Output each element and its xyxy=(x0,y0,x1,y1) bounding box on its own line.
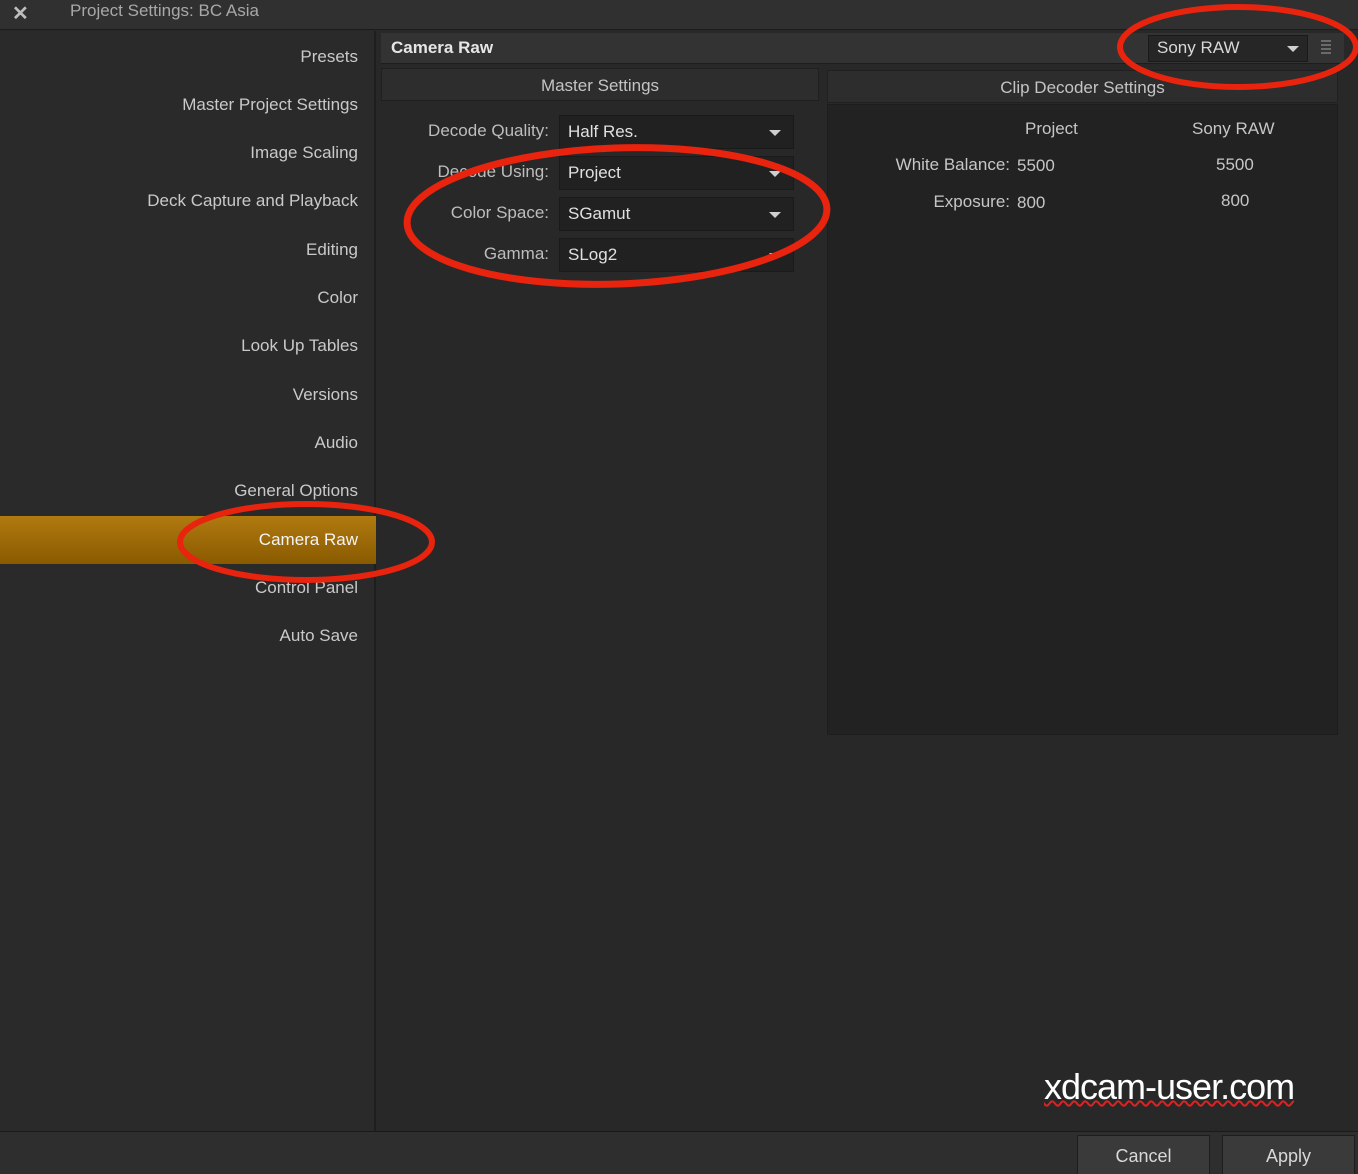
chevron-down-icon xyxy=(769,171,781,177)
section-title: Camera Raw xyxy=(391,38,494,57)
cancel-button[interactable]: Cancel xyxy=(1077,1135,1210,1174)
chevron-down-icon xyxy=(769,253,781,259)
apply-button[interactable]: Apply xyxy=(1222,1135,1355,1174)
exposure-sony: 800 xyxy=(1221,191,1250,210)
sidebar-item-color[interactable]: Color xyxy=(0,274,376,322)
decode-using-label: Decode Using: xyxy=(437,162,549,181)
decode-quality-value: Half Res. xyxy=(568,122,638,141)
chevron-down-icon xyxy=(769,130,781,136)
sidebar-item-image-scaling[interactable]: Image Scaling xyxy=(0,129,376,177)
white-balance-sony: 5500 xyxy=(1216,155,1254,174)
clip-decoder-header: Clip Decoder Settings xyxy=(827,70,1338,103)
sidebar-item-camera-raw[interactable]: Camera Raw xyxy=(0,516,376,564)
panel-options-icon[interactable] xyxy=(1319,38,1333,58)
window-title: Project Settings: BC Asia xyxy=(70,1,259,20)
sidebar-item-look-up-tables[interactable]: Look Up Tables xyxy=(0,322,376,370)
sidebar-item-deck-capture[interactable]: Deck Capture and Playback xyxy=(0,177,376,225)
sidebar-item-general-options[interactable]: General Options xyxy=(0,467,376,515)
watermark-text: xdcam-user.com xyxy=(1044,1066,1295,1107)
color-space-dropdown[interactable]: SGamut xyxy=(559,197,794,231)
gamma-dropdown[interactable]: SLog2 xyxy=(559,238,794,272)
bottom-bar: Cancel Apply xyxy=(0,1131,1358,1174)
clip-col-sony-raw: Sony RAW xyxy=(1192,119,1275,138)
sidebar-item-master-project-settings[interactable]: Master Project Settings xyxy=(0,81,376,129)
color-space-label: Color Space: xyxy=(450,203,549,222)
chevron-down-icon xyxy=(1287,46,1299,52)
section-header: Camera Raw Sony RAW xyxy=(381,33,1344,64)
sidebar-item-versions[interactable]: Versions xyxy=(0,371,376,419)
close-icon[interactable]: ✕ xyxy=(12,1,29,26)
sidebar-item-presets[interactable]: Presets xyxy=(0,33,376,81)
sidebar-item-editing[interactable]: Editing xyxy=(0,226,376,274)
sidebar-item-auto-save[interactable]: Auto Save xyxy=(0,612,376,660)
exposure-project: 800 xyxy=(1017,193,1046,212)
settings-sidebar: Presets Master Project Settings Image Sc… xyxy=(0,31,376,1131)
master-settings-header: Master Settings xyxy=(381,68,819,101)
decode-quality-dropdown[interactable]: Half Res. xyxy=(559,115,794,149)
white-balance-label: White Balance: xyxy=(895,155,1010,174)
white-balance-project: 5500 xyxy=(1017,156,1055,175)
raw-format-value: Sony RAW xyxy=(1157,38,1240,57)
sidebar-item-audio[interactable]: Audio xyxy=(0,419,376,467)
raw-format-dropdown[interactable]: Sony RAW xyxy=(1148,35,1308,62)
gamma-label: Gamma: xyxy=(483,244,549,263)
title-bar: ✕ Project Settings: BC Asia xyxy=(0,0,1358,30)
decode-using-value: Project xyxy=(568,163,621,182)
exposure-label: Exposure: xyxy=(933,192,1010,211)
chevron-down-icon xyxy=(769,212,781,218)
color-space-value: SGamut xyxy=(568,204,631,223)
decode-quality-label: Decode Quality: xyxy=(428,121,549,140)
clip-col-project: Project xyxy=(1025,119,1078,138)
gamma-value: SLog2 xyxy=(568,245,618,264)
sidebar-item-control-panel[interactable]: Control Panel xyxy=(0,564,376,612)
decode-using-dropdown[interactable]: Project xyxy=(559,156,794,190)
